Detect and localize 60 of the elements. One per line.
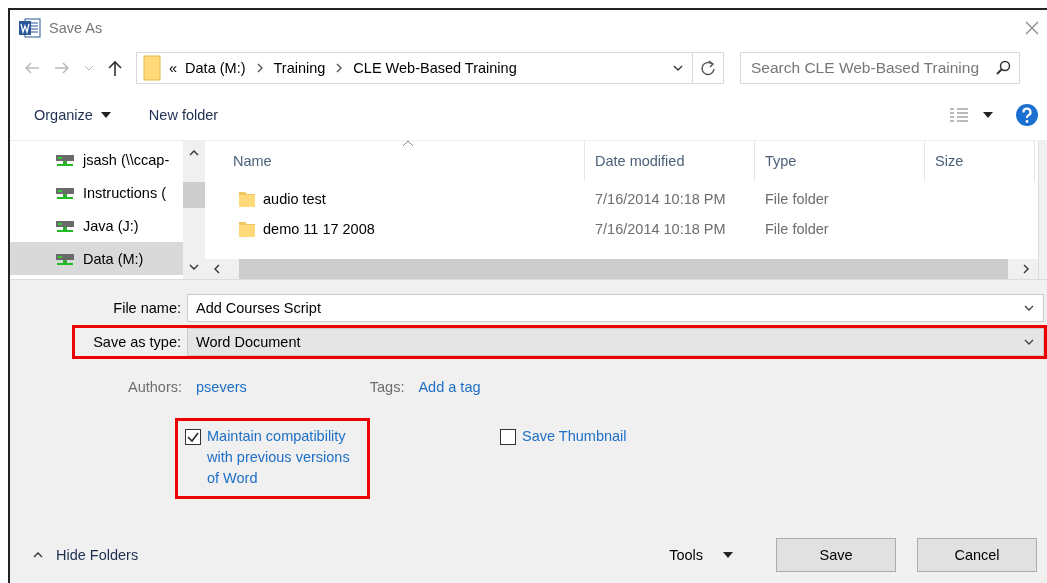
drive-icon — [55, 185, 75, 200]
date-modified: 7/16/2014 10:18 PM — [594, 191, 727, 207]
file-type: File folder — [764, 221, 830, 237]
address-bar[interactable]: « Data (M:) Training CLE Web-Based Training — [136, 52, 724, 84]
dialog-button[interactable]: Save — [776, 537, 896, 572]
toolbar-button[interactable]: New folder — [138, 103, 229, 127]
checkbox-label[interactable]: Maintain compatibility with previous versions of Word — [207, 426, 355, 489]
drive-icon — [55, 218, 75, 233]
meta-label: Tags: — [369, 379, 405, 395]
column-header[interactable]: Type — [755, 141, 925, 181]
word-app-icon — [19, 18, 41, 38]
scrollbar-thumb[interactable] — [183, 182, 205, 208]
up-arrow-icon[interactable] — [108, 60, 122, 76]
refresh-icon[interactable] — [700, 60, 716, 76]
filename-field[interactable]: Add Courses Script — [187, 294, 1044, 322]
field-label: File name: — [112, 300, 182, 316]
type-dropdown[interactable]: Word Document — [187, 328, 1044, 356]
tools-button[interactable]: Tools — [669, 546, 733, 563]
caret-icon[interactable] — [723, 551, 733, 558]
date-modified: 7/16/2014 10:18 PM — [594, 221, 727, 237]
file-name[interactable]: audio test — [263, 191, 326, 207]
column-header[interactable]: Date modified — [585, 141, 755, 181]
toolbar-button[interactable]: Organize — [24, 103, 121, 127]
field-label: Save as type: — [92, 334, 182, 350]
column-header[interactable]: Size — [925, 141, 1035, 181]
hide-folders-button[interactable]: Hide Folders — [32, 546, 139, 563]
navigation-item[interactable]: Instructions ( — [10, 176, 183, 209]
breadcrumb[interactable]: Data (M:) — [185, 60, 246, 76]
caret-icon[interactable] — [100, 112, 111, 118]
breadcrumb[interactable]: CLE Web-Based Training — [353, 60, 517, 76]
column-header[interactable]: Name — [205, 141, 585, 181]
meta-value[interactable]: Add a tag — [418, 379, 481, 395]
file-name[interactable]: demo 11 17 2008 — [263, 221, 375, 237]
drive-icon — [55, 251, 75, 266]
meta-label: Authors: — [127, 379, 182, 395]
folder-icon — [237, 219, 257, 239]
checkbox-label[interactable]: Save Thumbnail — [522, 426, 627, 447]
dialog-button[interactable]: Cancel — [917, 537, 1037, 572]
checkbox[interactable] — [500, 429, 516, 445]
checkmark-icon — [186, 430, 200, 444]
help-icon[interactable] — [1015, 103, 1039, 127]
file-type: File folder — [764, 191, 830, 207]
close-icon[interactable] — [1025, 21, 1039, 35]
drive-icon — [55, 152, 75, 167]
caret-icon[interactable] — [983, 112, 993, 118]
scrollbar-thumb[interactable] — [239, 259, 1008, 279]
search-field[interactable]: Search CLE Web-Based Training — [740, 52, 1020, 84]
window-title: Save As — [49, 20, 104, 36]
folder-icon — [237, 189, 257, 209]
navigation-item[interactable]: jsash (\\ccap- — [10, 143, 183, 176]
checkbox[interactable] — [185, 429, 201, 445]
sort-caret-icon — [402, 139, 414, 147]
breadcrumb[interactable]: Training — [273, 60, 326, 76]
folder-icon — [143, 55, 161, 81]
meta-value[interactable]: psevers — [196, 379, 247, 395]
navigation-item[interactable]: Java (J:) — [10, 209, 183, 242]
search-icon[interactable] — [995, 60, 1011, 76]
navigation-item[interactable]: Data (M:) — [10, 242, 183, 275]
overflow-marker[interactable]: « — [169, 60, 178, 76]
scrollbar-track[interactable] — [1038, 141, 1047, 279]
